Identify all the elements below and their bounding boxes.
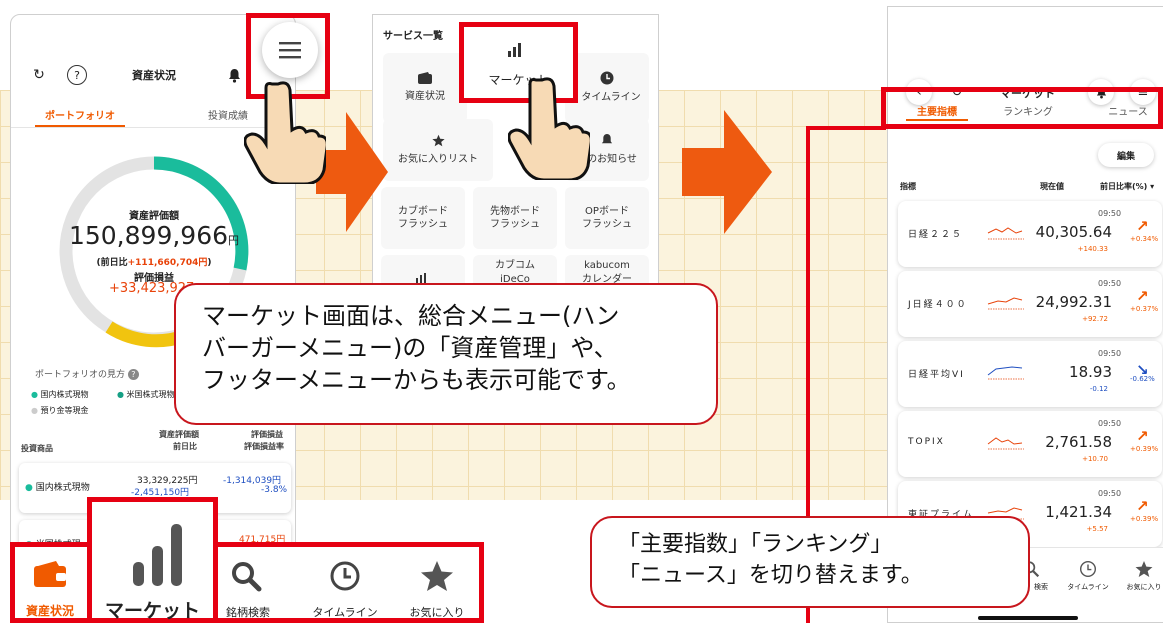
index-name: 日経２２５ xyxy=(908,230,964,240)
index-time: 09:50 xyxy=(1098,419,1122,428)
service-card-favorites[interactable]: お気に入りリスト xyxy=(383,119,493,181)
index-card[interactable]: TOPIX 09:50 2,761.58 +10.70 ↗ +0.39% xyxy=(898,411,1162,477)
prev-value: +111,660,704円 xyxy=(127,258,208,268)
star-icon xyxy=(1135,561,1153,577)
arrow-up-right-icon: ↗ xyxy=(1136,287,1149,305)
service-list-title: サービス一覧 xyxy=(383,31,443,42)
index-value: 2,761.58 xyxy=(1045,433,1112,451)
question-icon: ? xyxy=(127,369,139,380)
index-value: 24,992.31 xyxy=(1035,293,1112,311)
highlight-tabs xyxy=(881,87,1163,129)
legend-domestic: ● 国内株式現物 xyxy=(31,390,89,399)
prev-suffix: ) xyxy=(207,258,212,268)
index-time: 09:50 xyxy=(1098,209,1122,218)
index-col-header: 指標 xyxy=(900,182,916,191)
index-change: +5.57 xyxy=(1086,525,1108,533)
sparkline xyxy=(987,227,1024,240)
total-value: 150,899,966 xyxy=(68,221,229,250)
index-pct: +0.34% xyxy=(1130,235,1159,243)
clock-icon xyxy=(600,71,614,85)
sparkline xyxy=(987,366,1024,380)
index-name: TOPIX xyxy=(908,437,945,447)
tab-portfolio[interactable]: ポートフォリオ xyxy=(35,107,125,122)
index-time: 09:50 xyxy=(1098,349,1122,358)
service-card-kabuboard[interactable]: カブボード フラッシュ xyxy=(381,187,465,249)
home-indicator xyxy=(978,616,1078,620)
index-value: 40,305.64 xyxy=(1035,223,1112,241)
prev-prefix: (前日比 xyxy=(96,258,128,268)
index-change: +92.72 xyxy=(1082,315,1108,323)
callout-line: フッターメニューからも表示可能です。 xyxy=(202,365,631,394)
index-change: -0.12 xyxy=(1089,385,1108,393)
edit-button[interactable]: 編集 xyxy=(1098,143,1154,167)
step-arrow-1 xyxy=(316,112,388,232)
arrow-up-right-icon: ↗ xyxy=(1136,427,1149,445)
index-name: J日経４００ xyxy=(908,300,968,310)
index-pct: +0.39% xyxy=(1130,445,1159,453)
change-col-header: 前日比率(%) ▾ xyxy=(1100,182,1155,191)
index-time: 09:50 xyxy=(1098,489,1122,498)
index-time: 09:50 xyxy=(1098,279,1122,288)
arrow-up-right-icon: ↗ xyxy=(1136,497,1149,515)
bell-icon[interactable] xyxy=(225,65,243,85)
callout-connector xyxy=(806,126,886,130)
legend-cash: ● 預り金等現金 xyxy=(31,406,89,415)
bar-chart-icon xyxy=(133,524,182,586)
table-header: 投資商品 資産評価額 前日比 評価損益 評価損益率 xyxy=(21,430,284,453)
portfolio-help-label: ポートフォリオの見方 xyxy=(35,370,126,380)
index-pct: -0.62% xyxy=(1130,375,1155,383)
pointing-hand-icon xyxy=(244,81,326,184)
prev-day-row: (前日比+111,660,704円) xyxy=(11,255,295,268)
callout-menu-note: マーケット画面は、総合メニュー(ハン バーガーメニュー)の「資産管理」や、 フッ… xyxy=(174,283,718,425)
sparkline xyxy=(987,297,1024,310)
step-arrow-2 xyxy=(682,110,772,234)
total-unit: 円 xyxy=(228,234,240,247)
service-card-assets[interactable]: 資産状況 xyxy=(383,53,467,123)
sparkline xyxy=(987,437,1024,450)
index-pct: +0.37% xyxy=(1130,305,1159,313)
index-pct: +0.39% xyxy=(1130,515,1159,523)
footer-item-market[interactable]: マーケット xyxy=(87,497,218,623)
index-card[interactable]: 日経平均VI 09:50 18.93 -0.12 ↘ -0.62% xyxy=(898,341,1162,407)
index-name: 日経平均VI xyxy=(908,370,965,380)
callout-tab-note: 「主要指数」「ランキング」 「ニュース」を切り替えます。 xyxy=(590,516,1030,608)
wallet-icon xyxy=(418,72,432,85)
total-value-row: 150,899,966円 xyxy=(11,221,295,250)
highlight-footer xyxy=(10,542,484,623)
index-card[interactable]: J日経４００ 09:50 24,992.31 +92.72 ↗ +0.37% xyxy=(898,271,1162,337)
index-value: 1,421.34 xyxy=(1045,503,1112,521)
index-card[interactable]: 日経２２５ 09:50 40,305.64 +140.33 ↗ +0.34% xyxy=(898,201,1162,267)
callout-line: 「ニュース」を切り替えます。 xyxy=(618,562,923,588)
clock-icon xyxy=(1079,560,1097,578)
star-icon xyxy=(431,134,445,146)
bar-chart-icon xyxy=(508,43,521,57)
service-card-futures-board[interactable]: 先物ボード フラッシュ xyxy=(473,187,557,249)
callout-line: 「主要指数」「ランキング」 xyxy=(618,532,893,557)
footer-item-timeline[interactable]: タイムライン xyxy=(1058,560,1118,592)
arrow-up-right-icon: ↗ xyxy=(1136,217,1149,235)
index-value: 18.93 xyxy=(1069,363,1112,381)
price-col-header: 現在値 xyxy=(1040,182,1064,191)
callout-line: バーガーメニュー)の「資産管理」や、 xyxy=(202,333,618,362)
total-label: 資産評価額 xyxy=(129,211,179,222)
bell-icon xyxy=(601,134,613,144)
index-change: +140.33 xyxy=(1077,245,1108,253)
index-change: +10.70 xyxy=(1082,455,1108,463)
pointing-hand-icon xyxy=(508,77,590,180)
footer-item-favorites[interactable]: お気に入り xyxy=(1116,560,1163,592)
legend-us: ● 米国株式現物 xyxy=(117,390,175,399)
callout-line: マーケット画面は、総合メニュー(ハン xyxy=(202,302,620,330)
service-card-op-board[interactable]: OPボード フラッシュ xyxy=(565,187,649,249)
instruction-stage: ↻ ? 資産状況 ポートフォリオ 投資成績 資産評価額 150,899,966円… xyxy=(0,0,1163,623)
portfolio-help-row[interactable]: ポートフォリオの見方 ? xyxy=(35,367,139,380)
